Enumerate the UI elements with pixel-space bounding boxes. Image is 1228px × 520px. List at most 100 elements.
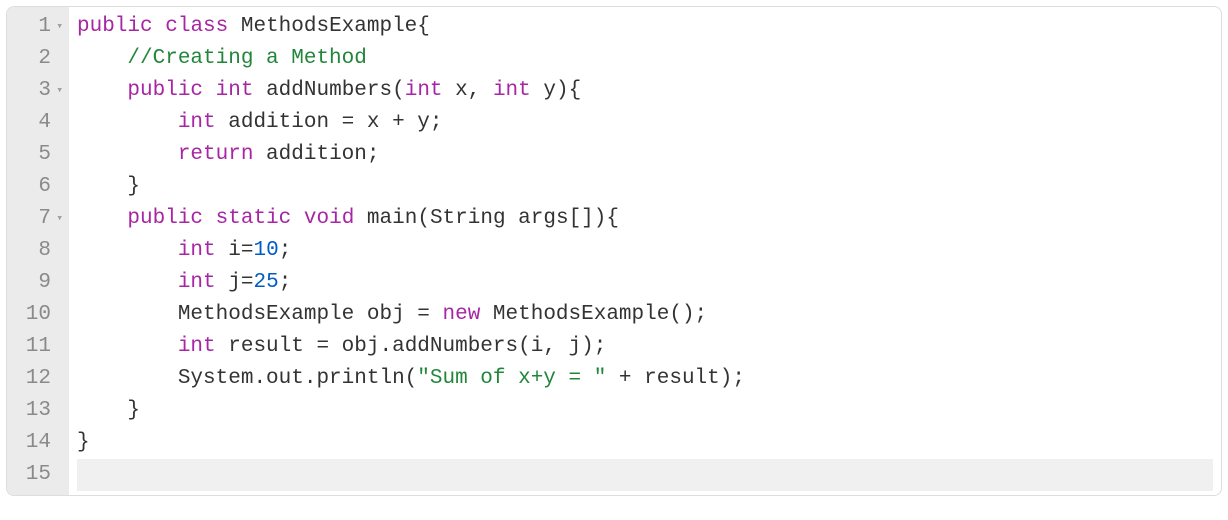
line-number: 10 (17, 299, 63, 331)
code-token: 25 (253, 271, 278, 294)
code-token: i, j (531, 335, 581, 358)
fold-toggle-icon[interactable]: ▾ (53, 203, 63, 235)
code-token (203, 79, 216, 102)
code-line[interactable]: int i=10; (77, 235, 1213, 267)
code-token: new (443, 303, 481, 326)
code-line[interactable]: public int addNumbers(int x, int y){ (77, 75, 1213, 107)
line-number-text: 2 (38, 47, 51, 70)
code-area[interactable]: public class MethodsExample{ //Creating … (69, 7, 1221, 495)
code-line[interactable]: //Creating a Method (77, 43, 1213, 75)
code-token: ; (279, 239, 292, 262)
line-number: 5 (17, 139, 63, 171)
code-line[interactable]: public class MethodsExample{ (77, 11, 1213, 43)
line-number-text: 5 (38, 143, 51, 166)
code-token (77, 207, 127, 230)
line-number: 8 (17, 235, 63, 267)
code-token: + (392, 111, 405, 134)
line-number-text: 8 (38, 239, 51, 262)
line-number: 13 (17, 395, 63, 427)
line-number: 14 (17, 427, 63, 459)
code-token: ( (392, 79, 405, 102)
code-token: ; (279, 271, 292, 294)
code-token: int (216, 79, 254, 102)
code-token (77, 143, 178, 166)
code-token: ){ (556, 79, 581, 102)
code-token: y (405, 111, 430, 134)
line-number-text: 12 (26, 367, 51, 390)
code-token: (); (669, 303, 707, 326)
line-number-text: 3 (38, 79, 51, 102)
code-token: ); (720, 367, 745, 390)
code-token: y (531, 79, 556, 102)
code-token: int (405, 79, 443, 102)
code-line[interactable] (77, 459, 1213, 491)
code-line[interactable]: MethodsExample obj = new MethodsExample(… (77, 299, 1213, 331)
code-token (77, 303, 178, 326)
code-line[interactable]: public static void main(String args[]){ (77, 203, 1213, 235)
line-number: 6 (17, 171, 63, 203)
code-token: = (417, 303, 430, 326)
line-number: 12 (17, 363, 63, 395)
code-token: i (216, 239, 241, 262)
code-token: void (304, 207, 354, 230)
code-token: addition (253, 143, 366, 166)
code-token (228, 15, 241, 38)
code-token: x (354, 111, 392, 134)
code-token: int (178, 239, 216, 262)
line-number: 7▾ (17, 203, 63, 235)
fold-toggle-icon[interactable]: ▾ (53, 11, 63, 43)
code-token: MethodsExample (480, 303, 669, 326)
code-token: x, (443, 79, 493, 102)
code-token (77, 367, 178, 390)
code-line[interactable]: int addition = x + y; (77, 107, 1213, 139)
code-editor[interactable]: 1▾23▾4567▾89101112131415 public class Me… (6, 6, 1222, 496)
code-line[interactable]: int j=25; (77, 267, 1213, 299)
code-token: 10 (253, 239, 278, 262)
code-line[interactable]: return addition; (77, 139, 1213, 171)
line-number: 4 (17, 107, 63, 139)
code-token: public (127, 79, 203, 102)
code-token: //Creating a Method (127, 47, 366, 70)
code-token: ; (430, 111, 443, 134)
code-token (291, 207, 304, 230)
code-token (203, 207, 216, 230)
fold-toggle-icon[interactable]: ▾ (53, 75, 63, 107)
code-line[interactable]: int result = obj.addNumbers(i, j); (77, 331, 1213, 363)
code-token: result (632, 367, 720, 390)
code-token (354, 207, 367, 230)
code-token (77, 399, 127, 422)
line-number: 15 (17, 459, 63, 491)
code-line[interactable]: } (77, 171, 1213, 203)
code-token: addition (216, 111, 342, 134)
code-token: int (178, 335, 216, 358)
code-token (77, 239, 178, 262)
code-token: } (127, 399, 140, 422)
code-token: String args (430, 207, 569, 230)
line-number-text: 11 (26, 335, 51, 358)
line-number: 1▾ (17, 11, 63, 43)
code-token (77, 111, 178, 134)
code-token: } (127, 175, 140, 198)
code-token: } (77, 431, 90, 454)
code-token: "Sum of x+y = " (417, 367, 606, 390)
line-number-gutter: 1▾23▾4567▾89101112131415 (7, 7, 69, 495)
code-line[interactable]: System.out.println("Sum of x+y = " + res… (77, 363, 1213, 395)
code-line[interactable]: } (77, 395, 1213, 427)
code-token: obj.addNumbers (329, 335, 518, 358)
code-token: class (165, 15, 228, 38)
code-line[interactable]: } (77, 427, 1213, 459)
code-token (153, 15, 166, 38)
code-token: = (241, 239, 254, 262)
line-number-text: 13 (26, 399, 51, 422)
code-token (77, 79, 127, 102)
code-token: int (178, 271, 216, 294)
code-token: main (367, 207, 417, 230)
line-number-text: 4 (38, 111, 51, 134)
code-token: result (216, 335, 317, 358)
code-token (77, 47, 127, 70)
line-number-text: 10 (26, 303, 51, 326)
code-token (77, 175, 127, 198)
code-token: = (316, 335, 329, 358)
code-token: ); (581, 335, 606, 358)
line-number-text: 14 (26, 431, 51, 454)
